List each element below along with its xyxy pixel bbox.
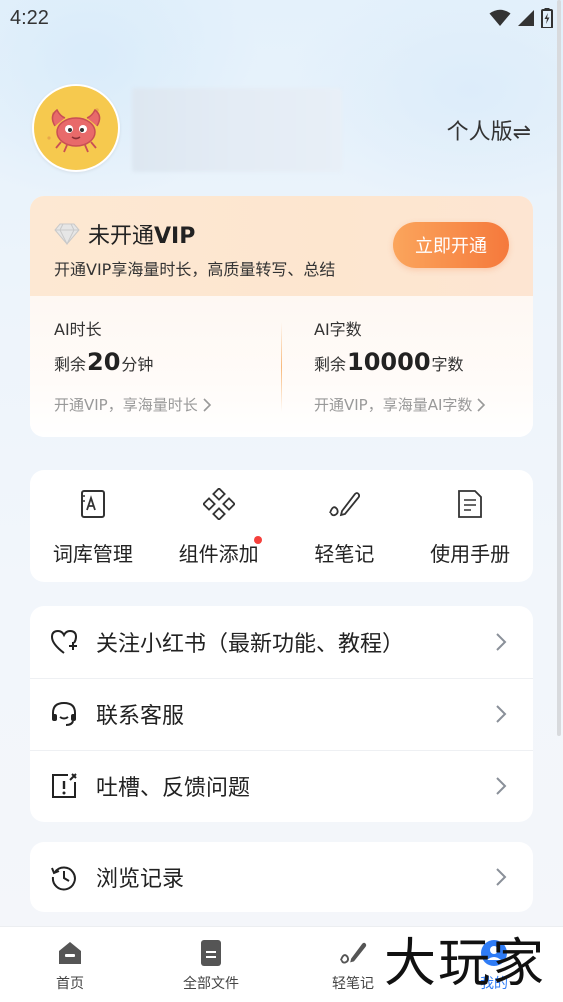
tool-widgets[interactable]: 组件添加: [156, 470, 282, 582]
quota-time-link-label: 开通VIP，享海量时长: [54, 396, 198, 414]
vip-title-vip: VIP: [154, 224, 196, 249]
avatar[interactable]: [32, 84, 120, 172]
diamond-icon: [54, 223, 80, 245]
heart-plus-icon: [50, 628, 78, 656]
home-icon: [56, 939, 84, 967]
quota-words-link-label: 开通VIP，享海量AI字数: [314, 396, 473, 414]
tool-lexicon-label: 词库管理: [52, 542, 133, 566]
menu-follow-xiaohongshu[interactable]: 关注小红书（最新功能、教程）: [30, 606, 533, 678]
vip-card: 未开通VIP 开通VIP享海量时长，高质量转写、总结 立即开通 AI时长 剩余 …: [30, 196, 533, 437]
quota-words-label: AI字数: [314, 320, 362, 339]
battery-icon: [541, 8, 553, 28]
menu-feedback-label: 吐槽、反馈问题: [96, 776, 251, 801]
vip-title-prefix: 未开通: [88, 224, 155, 249]
menu-feedback[interactable]: 吐槽、反馈问题: [30, 750, 533, 822]
history-icon: [50, 863, 78, 891]
quota-ai-words: AI字数 剩余 10000 字数 开通VIP，享海量AI字数: [290, 296, 533, 437]
headset-icon: [50, 700, 78, 728]
lexicon-icon: [77, 488, 109, 520]
feedback-icon: [50, 772, 78, 800]
menu-group-2: 浏览记录: [30, 842, 533, 912]
status-time: 4:22: [10, 7, 49, 29]
manual-icon: [454, 488, 486, 520]
quota-ai-time: AI时长 剩余 20 分钟 开通VIP，享海量时长: [30, 296, 280, 437]
quota-words-link[interactable]: 开通VIP，享海量AI字数: [314, 394, 486, 415]
quota-words-prefix: 剩余: [314, 355, 347, 374]
quota-words-number: 10000: [347, 348, 431, 376]
crab-avatar-icon: [47, 108, 101, 153]
chevron-right-icon: [495, 704, 507, 724]
widgets-icon: [202, 488, 235, 520]
scrollbar[interactable]: [557, 0, 561, 736]
chevron-right-icon: [477, 397, 486, 412]
file-icon: [197, 939, 225, 967]
edition-label: 个人版⇌: [446, 120, 531, 145]
quota-time-label: AI时长: [54, 320, 102, 339]
nav-all-files[interactable]: 全部文件: [161, 927, 261, 1002]
chevron-right-icon: [495, 867, 507, 887]
status-icons: [489, 8, 553, 28]
menu-contact-support-label: 联系客服: [96, 704, 185, 729]
quota-divider: [281, 322, 282, 412]
wifi-icon: [489, 9, 511, 26]
status-bar: 4:22: [0, 0, 563, 38]
activate-vip-button[interactable]: 立即开通: [393, 222, 509, 268]
nav-home[interactable]: 首页: [20, 927, 120, 1002]
quota-time-number: 20: [87, 348, 121, 376]
pen-note-icon: [339, 939, 367, 967]
chevron-right-icon: [495, 632, 507, 652]
edition-switch[interactable]: 个人版⇌: [447, 114, 531, 146]
tool-manual-label: 使用手册: [430, 542, 511, 566]
tool-pen-note-label: 轻笔记: [314, 542, 375, 566]
tool-pen-note[interactable]: 轻笔记: [282, 470, 408, 582]
username-redacted: [132, 88, 342, 172]
quota-time-link[interactable]: 开通VIP，享海量时长: [54, 394, 212, 415]
menu-contact-support[interactable]: 联系客服: [30, 678, 533, 750]
vip-title: 未开通VIP: [54, 218, 195, 250]
quota-section: AI时长 剩余 20 分钟 开通VIP，享海量时长 AI字数 剩余 10000 …: [30, 296, 533, 437]
quota-words-value: 剩余 10000 字数: [314, 348, 464, 376]
menu-history-label: 浏览记录: [96, 867, 185, 892]
new-badge-dot: [253, 536, 262, 544]
tool-widgets-label: 组件添加: [178, 542, 259, 566]
chevron-right-icon: [203, 397, 211, 412]
vip-banner: 未开通VIP 开通VIP享海量时长，高质量转写、总结 立即开通: [30, 196, 533, 296]
tools-grid: 词库管理 组件添加 轻笔记 使用手册: [30, 470, 533, 582]
menu-history[interactable]: 浏览记录: [30, 842, 533, 912]
quota-time-unit: 分钟: [121, 355, 154, 374]
quota-time-prefix: 剩余: [54, 355, 87, 374]
tool-lexicon[interactable]: 词库管理: [30, 470, 156, 582]
pen-note-icon: [328, 488, 361, 520]
nav-all-files-label: 全部文件: [183, 976, 239, 992]
nav-home-label: 首页: [56, 976, 84, 992]
menu-follow-xiaohongshu-label: 关注小红书（最新功能、教程）: [96, 632, 405, 657]
quota-words-unit: 字数: [431, 355, 464, 374]
watermark: 大玩家: [384, 934, 547, 994]
menu-group-1: 关注小红书（最新功能、教程） 联系客服 吐槽、反馈问题: [30, 606, 533, 822]
vip-subtitle: 开通VIP享海量时长，高质量转写、总结: [54, 260, 336, 279]
cellular-signal-icon: [518, 10, 534, 26]
tool-manual[interactable]: 使用手册: [407, 470, 533, 582]
chevron-right-icon: [495, 776, 507, 796]
quota-time-value: 剩余 20 分钟: [54, 348, 153, 376]
